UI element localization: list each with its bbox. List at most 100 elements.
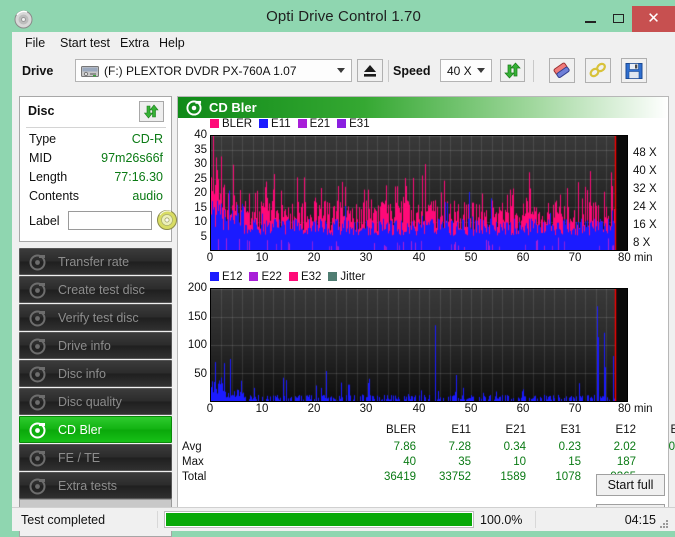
- y-tick-label: 200: [187, 282, 207, 294]
- chain-links-button[interactable]: [585, 58, 611, 83]
- chart-bottom-plot[interactable]: [210, 288, 628, 402]
- bler-chart-bottom: E12 E22 E32 Jitter 200 150 100 50 0 10 20 3…: [178, 271, 668, 421]
- sidebar-item-label: Verify test disc: [58, 311, 139, 325]
- chevron-down-icon: [477, 68, 485, 73]
- stats-col-e11: E11: [451, 424, 471, 436]
- minimize-button[interactable]: [576, 6, 604, 32]
- eject-icon: [364, 65, 376, 77]
- x-tick-label: 0: [206, 252, 214, 264]
- x-tick-label: 70: [568, 252, 582, 264]
- sidebar-item-extra-tests[interactable]: Extra tests: [19, 472, 172, 499]
- close-button[interactable]: ✕: [632, 6, 675, 32]
- save-button[interactable]: [621, 58, 647, 83]
- progress-percent: 100.0%: [480, 513, 523, 527]
- menu-item-file[interactable]: File: [21, 35, 49, 51]
- stats-cell: 35: [458, 456, 471, 468]
- eject-button[interactable]: [357, 59, 383, 82]
- resize-grip[interactable]: [660, 520, 669, 529]
- sidebar-item-fe-te[interactable]: FE / TE: [19, 444, 172, 471]
- sidebar-item-drive-info[interactable]: Drive info: [19, 332, 172, 359]
- speed-select-value: 40 X: [447, 64, 472, 78]
- menu-item-extra[interactable]: Extra: [116, 35, 153, 51]
- speed-label: Speed: [393, 64, 431, 78]
- stats-cell: 7.86: [393, 441, 416, 453]
- sidebar-item-disc-info[interactable]: Disc info: [19, 360, 172, 387]
- maximize-button[interactable]: [604, 6, 632, 32]
- stats-cell: 15: [568, 456, 581, 468]
- disc-row-key: Type: [29, 132, 57, 146]
- disc-refresh-button[interactable]: [139, 101, 164, 122]
- drive-icon: [81, 64, 99, 78]
- legend-swatch: [337, 119, 347, 128]
- erase-button[interactable]: [549, 58, 575, 83]
- stats-col-e22: E22: [670, 424, 675, 436]
- stats-cell: 2.02: [613, 441, 636, 453]
- title-bar: Opti Drive Control 1.70 ✕: [6, 6, 675, 32]
- window-title: Opti Drive Control 1.70: [266, 8, 421, 25]
- disc-label-input[interactable]: [68, 211, 152, 230]
- legend-label: E31: [349, 118, 370, 130]
- progress-bar-fill: [166, 513, 472, 526]
- stats-row-label-total: Total: [182, 471, 207, 483]
- elapsed-time: 04:15: [624, 513, 656, 527]
- status-bar: Test completed 100.0% 04:15: [12, 507, 675, 531]
- disc-gear-icon: [29, 366, 46, 383]
- speed-select[interactable]: 40 X: [440, 59, 492, 82]
- disc-gear-icon: [29, 450, 46, 467]
- legend-swatch: [288, 272, 298, 281]
- disc-row-value: 77:16.30: [114, 170, 163, 184]
- drive-select-value: (F:) PLEXTOR DVDR PX-760A 1.07: [104, 64, 297, 78]
- legend-item-e21: E21: [297, 118, 331, 130]
- stats-cell: 10: [513, 456, 526, 468]
- bler-chart-top: BLER E11 E21 E31 40 35 30 25 20 15 10 5: [178, 118, 668, 265]
- x-tick-label: 60: [516, 403, 530, 415]
- stats-cell: 0.23: [558, 441, 581, 453]
- drive-select[interactable]: (F:) PLEXTOR DVDR PX-760A 1.07: [75, 59, 352, 82]
- sidebar-item-transfer-rate[interactable]: Transfer rate: [19, 248, 172, 275]
- cd-disc-icon: [157, 210, 177, 230]
- chart-top-yaxis: 40 35 30 25 20 15 10 5: [178, 118, 210, 248]
- x-tick-label: 50: [464, 252, 478, 264]
- legend-item-e31: E31: [337, 118, 370, 130]
- start-full-button[interactable]: Start full: [596, 474, 665, 496]
- legend-item-bler: BLER: [210, 118, 252, 130]
- stats-cell: 7.28: [448, 441, 471, 453]
- legend-item-e12: E12: [210, 271, 242, 283]
- progress-bar: [164, 511, 474, 528]
- panel-header: CD Bler: [178, 97, 668, 118]
- sidebar-item-disc-quality[interactable]: Disc quality: [19, 388, 172, 415]
- x-tick-label: 80 min: [618, 403, 653, 415]
- sidebar-item-label: CD Bler: [58, 423, 102, 437]
- x-tick-label: 80 min: [618, 252, 653, 264]
- disc-row-value: 97m26s66f: [101, 151, 163, 165]
- disc-row-value: CD-R: [131, 132, 163, 146]
- refresh-button[interactable]: [500, 59, 525, 82]
- chain-icon: [589, 62, 606, 78]
- refresh-icon: [504, 62, 521, 79]
- stats-table: BLER E11 E21 E31 E12 E22 E32 Jitter Avg …: [178, 424, 675, 486]
- chart-top-xaxis: 0 10 20 30 40 50 60 70 80 min: [178, 252, 668, 267]
- legend-swatch: [259, 119, 269, 128]
- stats-cell: 40: [403, 456, 416, 468]
- disc-label-caption: Label: [29, 214, 60, 228]
- stats-col-e21: E21: [505, 424, 526, 436]
- menu-item-help[interactable]: Help: [155, 35, 189, 51]
- sidebar-item-cd-bler[interactable]: CD Bler: [19, 416, 172, 443]
- disc-gear-icon: [186, 100, 202, 116]
- y-tick-label: 15: [194, 201, 207, 214]
- disc-gear-icon: [29, 310, 46, 327]
- sidebar-item-create-test-disc[interactable]: Create test disc: [19, 276, 172, 303]
- chart-top-speed-axis: 48 X 40 X 32 X 24 X 16 X 8 X: [630, 135, 670, 251]
- x-tick-label: 30: [359, 403, 373, 415]
- menu-item-start-test[interactable]: Start test: [56, 35, 114, 51]
- sidebar-item-verify-test-disc[interactable]: Verify test disc: [19, 304, 172, 331]
- chart-top-plot[interactable]: [210, 135, 628, 251]
- disc-label-button[interactable]: [156, 209, 178, 231]
- speed-tick-label: 24 X: [633, 201, 657, 213]
- disc-row-type: Type CD-R: [20, 132, 173, 149]
- legend-label: E21: [309, 118, 331, 130]
- disc-row-value: audio: [132, 189, 163, 203]
- disc-row-contents: Contents audio: [20, 189, 173, 206]
- disc-gear-icon: [29, 394, 46, 411]
- disc-gear-icon: [29, 338, 46, 355]
